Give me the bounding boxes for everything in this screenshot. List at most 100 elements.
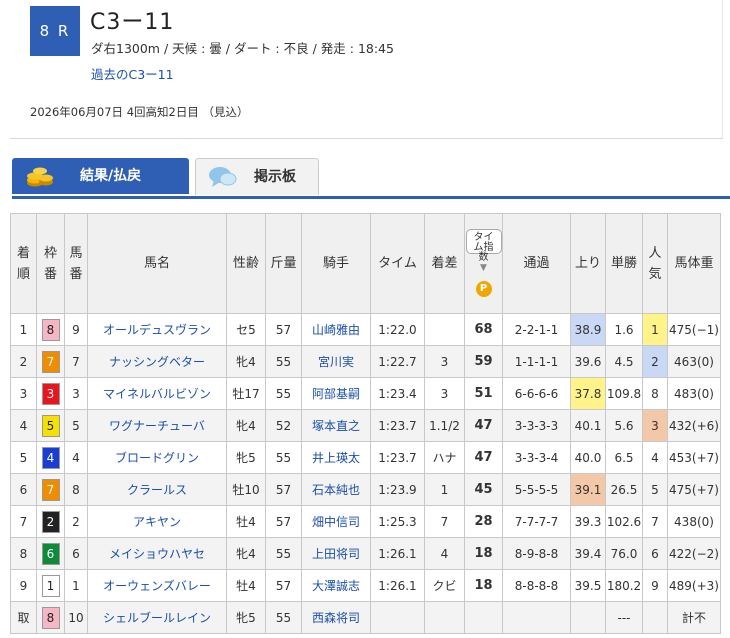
- frame-badge: 8: [41, 606, 60, 629]
- horse-name-link[interactable]: シェルブールレイン: [87, 601, 227, 634]
- frame-cell: 2: [36, 505, 65, 538]
- jockey-link[interactable]: 石本純也: [301, 473, 371, 506]
- jockey-link[interactable]: 畑中信司: [301, 505, 371, 538]
- passing-cell: [502, 601, 571, 634]
- last3f-cell: 39.6: [570, 345, 606, 378]
- popularity-cell: 3: [642, 409, 668, 442]
- jockey-link[interactable]: 塚本直之: [301, 409, 371, 442]
- jockey-link[interactable]: 宮川実: [301, 345, 371, 378]
- sex-age-cell: セ5: [226, 313, 266, 346]
- popularity-cell: 1: [642, 313, 668, 346]
- margin-cell: 3: [424, 377, 465, 410]
- finish-cell: 3: [10, 377, 37, 410]
- jockey-link[interactable]: 大澤誠志: [301, 569, 371, 602]
- race-results-table: 着順 枠番 馬番 馬名 性齢 斤量 騎手 タイム 着差 タイム指数 ▼ P 通過 …: [10, 213, 721, 634]
- last3f-cell: 39.5: [570, 569, 606, 602]
- frame-cell: 8: [36, 313, 65, 346]
- popularity-cell: 4: [642, 441, 668, 474]
- horse-no-cell: 5: [64, 409, 88, 442]
- frame-badge: 7: [41, 478, 60, 501]
- passing-cell: 8-8-8-8: [502, 569, 571, 602]
- horse-name-link[interactable]: ワグナーチューバ: [87, 409, 227, 442]
- last3f-cell: 38.9: [570, 313, 606, 346]
- passing-cell: 3-3-3-3: [502, 409, 571, 442]
- finish-cell: 6: [10, 473, 37, 506]
- header-time: タイム: [370, 213, 425, 314]
- header-sex-age: 性齢: [226, 213, 266, 314]
- time-index-cell: 45: [464, 473, 503, 506]
- frame-cell: 7: [36, 345, 65, 378]
- popularity-cell: 2: [642, 345, 668, 378]
- finish-cell: 7: [10, 505, 37, 538]
- table-row: 1 8 9 オールデュスヴラン セ5 57 山崎雅由 1:22.0 68 2-2-1-1 38.9 1…: [10, 313, 721, 346]
- header-popularity: 人気: [642, 213, 668, 314]
- time-index-cell: 47: [464, 409, 503, 442]
- header-body-weight: 馬体重: [667, 213, 721, 314]
- time-cell: 1:26.1: [370, 569, 425, 602]
- frame-badge: 2: [41, 510, 60, 533]
- frame-cell: 1: [36, 569, 65, 602]
- table-row: 4 5 5 ワグナーチューバ 牝4 52 塚本直之 1:23.7 1.1/2 47 3-3-3-3 4…: [10, 409, 721, 442]
- popularity-cell: 9: [642, 569, 668, 602]
- horse-name-link[interactable]: メイショウハヤセ: [87, 537, 227, 570]
- win-odds-cell: 76.0: [605, 537, 643, 570]
- time-index-sort-button[interactable]: タイム指数 ▼: [465, 229, 502, 273]
- time-cell: 1:22.0: [370, 313, 425, 346]
- weight-carried-cell: 57: [265, 313, 302, 346]
- horse-name-link[interactable]: クラールス: [87, 473, 227, 506]
- jockey-link[interactable]: 井上瑛太: [301, 441, 371, 474]
- time-index-cell: 18: [464, 569, 503, 602]
- finish-cell: 9: [10, 569, 37, 602]
- tab-results-payout[interactable]: 結果/払戻: [12, 158, 189, 194]
- popularity-cell: 6: [642, 537, 668, 570]
- jockey-link[interactable]: 西森将司: [301, 601, 371, 634]
- jockey-link[interactable]: 阿部基嗣: [301, 377, 371, 410]
- sort-down-icon: ▼: [480, 263, 487, 273]
- weight-carried-cell: 57: [265, 473, 302, 506]
- horse-name-link[interactable]: オーウェンズバレー: [87, 569, 227, 602]
- past-races-link[interactable]: 過去のC3ー11: [91, 64, 174, 83]
- frame-cell: 7: [36, 473, 65, 506]
- last3f-cell: 40.1: [570, 409, 606, 442]
- horse-name-link[interactable]: オールデュスヴラン: [87, 313, 227, 346]
- time-index-cell: 28: [464, 505, 503, 538]
- finish-cell: 8: [10, 537, 37, 570]
- jockey-link[interactable]: 上田将司: [301, 537, 371, 570]
- passing-cell: 2-2-1-1: [502, 313, 571, 346]
- horse-name-link[interactable]: ナッシングベター: [87, 345, 227, 378]
- last3f-cell: 40.0: [570, 441, 606, 474]
- table-row: 2 7 7 ナッシングベター 牝4 55 宮川実 1:22.7 3 59 1-1-1-1 39.6 4.…: [10, 345, 721, 378]
- horse-name-link[interactable]: マイネルバルビゾン: [87, 377, 227, 410]
- horse-no-cell: 4: [64, 441, 88, 474]
- horse-no-cell: 7: [64, 345, 88, 378]
- race-number-badge: 8 R: [30, 6, 80, 56]
- horse-no-cell: 8: [64, 473, 88, 506]
- time-cell: 1:23.7: [370, 409, 425, 442]
- horse-no-cell: 1: [64, 569, 88, 602]
- header-jockey: 騎手: [301, 213, 371, 314]
- race-name: C3ー11: [90, 10, 175, 35]
- header-time-index[interactable]: タイム指数 ▼ P: [464, 213, 503, 314]
- body-weight-cell: 453(+7): [667, 441, 721, 474]
- weight-carried-cell: 55: [265, 345, 302, 378]
- frame-cell: 3: [36, 377, 65, 410]
- race-date: 2026年06月07日 4回高知2日目 （見込）: [30, 105, 249, 119]
- win-odds-cell: 1.6: [605, 313, 643, 346]
- last3f-cell: 39.3: [570, 505, 606, 538]
- frame-badge: 6: [41, 542, 60, 565]
- header-last3f: 上り: [570, 213, 606, 314]
- horse-name-link[interactable]: アキヤン: [87, 505, 227, 538]
- tab-message-board[interactable]: 掲示板: [195, 158, 319, 195]
- sex-age-cell: 牡4: [226, 505, 266, 538]
- table-row: 3 3 3 マイネルバルビゾン 牡17 55 阿部基嗣 1:23.4 3 51 6-6-6-6 37.…: [10, 377, 721, 410]
- time-index-cell: 18: [464, 537, 503, 570]
- horse-name-link[interactable]: ブロードグリン: [87, 441, 227, 474]
- popularity-cell: 5: [642, 473, 668, 506]
- last3f-cell: 39.4: [570, 537, 606, 570]
- time-cell: 1:23.7: [370, 441, 425, 474]
- finish-cell: 5: [10, 441, 37, 474]
- time-index-cell: 59: [464, 345, 503, 378]
- weight-carried-cell: 55: [265, 601, 302, 634]
- jockey-link[interactable]: 山崎雅由: [301, 313, 371, 346]
- race-conditions: ダ右1300m / 天候 : 曇 / ダート : 不良 / 発走 : 18:45: [91, 41, 394, 56]
